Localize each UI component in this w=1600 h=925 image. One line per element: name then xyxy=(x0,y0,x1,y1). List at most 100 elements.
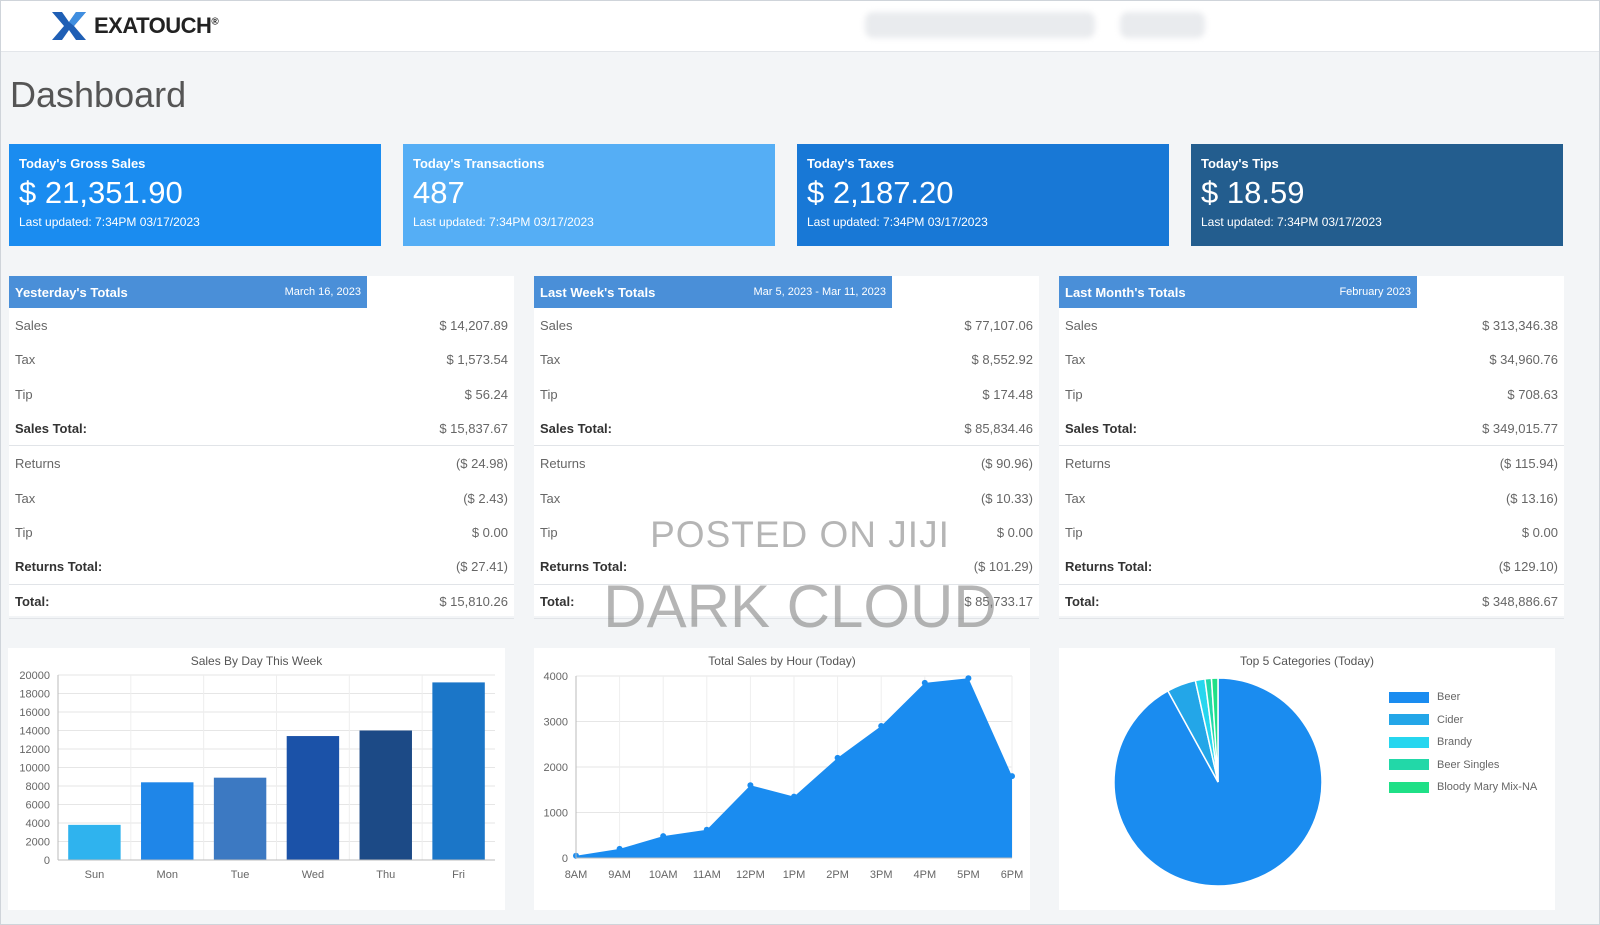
kpi-last-updated: Last updated: 7:34PM 03/17/2023 xyxy=(413,215,594,229)
x-tick-label: Sun xyxy=(85,869,105,881)
totals-row: Tip $ 0.00 xyxy=(1059,516,1564,551)
totals-row: Tax ($ 2.43) xyxy=(9,481,514,516)
totals-row: Tip $ 174.48 xyxy=(534,377,1039,412)
totals-panel-date: Mar 5, 2023 - Mar 11, 2023 xyxy=(753,286,886,298)
kpi-card: Today's Transactions 487 Last updated: 7:3… xyxy=(403,144,775,246)
x-tick-label: 12PM xyxy=(736,869,765,881)
legend-swatch xyxy=(1389,691,1429,703)
legend-item[interactable]: Brandy xyxy=(1389,731,1537,754)
totals-row: Total: $ 348,886.67 xyxy=(1059,585,1564,620)
legend-swatch xyxy=(1389,781,1429,793)
totals-row: Returns ($ 115.94) xyxy=(1059,446,1564,481)
legend-item[interactable]: Cider xyxy=(1389,709,1537,732)
totals-row-amount: $ 34,960.76 xyxy=(1489,352,1558,368)
totals-row-amount: $ 313,346.38 xyxy=(1482,317,1558,333)
totals-row-label: Sales xyxy=(1065,317,1098,333)
totals-row-label: Tip xyxy=(540,386,558,402)
kpi-last-updated: Last updated: 7:34PM 03/17/2023 xyxy=(807,215,988,229)
totals-row-label: Sales Total: xyxy=(1065,421,1138,437)
y-tick-label: 14000 xyxy=(19,726,50,738)
totals-row: Returns ($ 24.98) xyxy=(9,446,514,481)
kpi-value: $ 18.59 xyxy=(1201,175,1305,210)
x-tick-label: 5PM xyxy=(957,869,980,881)
totals-row-amount: $ 77,107.06 xyxy=(964,317,1033,333)
y-tick-label: 3000 xyxy=(544,717,568,729)
kpi-title: Today's Gross Sales xyxy=(19,156,146,171)
totals-row-amount: $ 174.48 xyxy=(982,386,1033,402)
totals-row: Sales $ 77,107.06 xyxy=(534,308,1039,343)
x-tick-label: 10AM xyxy=(649,869,678,881)
kpi-card: Today's Tips $ 18.59 Last updated: 7:34PM … xyxy=(1191,144,1563,246)
totals-row-label: Tax xyxy=(540,490,561,506)
kpi-value: $ 21,351.90 xyxy=(19,175,183,210)
totals-row-amount: $ 15,837.67 xyxy=(439,421,508,437)
totals-row: Tax ($ 10.33) xyxy=(534,481,1039,516)
totals-panel: Yesterday's Totals March 16, 2023 Sales $ 1… xyxy=(9,276,514,620)
totals-panel: Last Week's Totals Mar 5, 2023 - Mar 11, … xyxy=(534,276,1039,620)
brand-name: EXATOUCH® xyxy=(94,13,219,38)
y-tick-label: 0 xyxy=(44,855,50,867)
totals-row-amount: $ 15,810.26 xyxy=(439,594,508,610)
page-title: Dashboard xyxy=(10,74,187,115)
totals-panel-date: February 2023 xyxy=(1339,286,1411,298)
totals-row-amount: $ 8,552.92 xyxy=(971,352,1033,368)
data-point xyxy=(747,782,754,789)
totals-row-amount: ($ 115.94) xyxy=(1499,456,1558,472)
exatouch-x-icon xyxy=(52,12,86,40)
x-tick-label: Mon xyxy=(157,869,178,881)
blurred-account-info xyxy=(865,12,1095,38)
kpi-last-updated: Last updated: 7:34PM 03/17/2023 xyxy=(19,215,200,229)
totals-row-label: Tip xyxy=(15,386,33,402)
legend-item[interactable]: Bloody Mary Mix-NA xyxy=(1389,776,1537,799)
totals-row: Sales Total: $ 349,015.77 xyxy=(1059,412,1564,447)
y-tick-label: 6000 xyxy=(26,800,50,812)
x-tick-label: 1PM xyxy=(783,869,806,881)
legend-item[interactable]: Beer Singles xyxy=(1389,754,1537,777)
sales-by-hour-chart: Total Sales by Hour (Today) 0 1000 2000 300… xyxy=(534,648,1030,910)
kpi-title: Today's Transactions xyxy=(413,156,545,171)
totals-row: Tax $ 34,960.76 xyxy=(1059,343,1564,378)
totals-row: Returns Total: ($ 101.29) xyxy=(534,550,1039,585)
bar xyxy=(68,824,121,860)
totals-row: Tax ($ 13.16) xyxy=(1059,481,1564,516)
totals-row-amount: ($ 27.41) xyxy=(455,559,508,575)
top-categories-chart: Top 5 Categories (Today) Beer Cider Brandy… xyxy=(1059,648,1555,910)
x-tick-label: 8AM xyxy=(565,869,588,881)
data-point xyxy=(703,826,710,833)
totals-row-label: Tax xyxy=(15,490,36,506)
totals-row-label: Sales xyxy=(540,317,573,333)
totals-row-label: Total: xyxy=(540,594,575,610)
legend-label: Cider xyxy=(1437,713,1464,726)
totals-row-amount: ($ 129.10) xyxy=(1498,559,1558,575)
bar xyxy=(432,682,485,860)
brand-logo[interactable]: EXATOUCH® xyxy=(50,10,219,42)
totals-row-label: Returns Total: xyxy=(15,559,103,575)
totals-row-label: Tax xyxy=(15,352,36,368)
data-point xyxy=(791,793,797,800)
totals-panel-header: Last Month's Totals February 2023 xyxy=(1059,276,1417,308)
totals-row-amount: $ 348,886.67 xyxy=(1482,594,1558,610)
totals-row-amount: $ 14,207.89 xyxy=(439,317,508,333)
totals-panel-date: March 16, 2023 xyxy=(284,286,361,298)
totals-rows: Sales $ 14,207.89 Tax $ 1,573.54 Tip $ 56.24 S… xyxy=(9,308,514,620)
blurred-account-menu[interactable] xyxy=(1120,12,1205,38)
totals-panel-title: Yesterday's Totals xyxy=(15,284,128,300)
legend-swatch xyxy=(1389,736,1429,748)
totals-row-label: Tax xyxy=(1065,490,1086,506)
totals-row: Tip $ 0.00 xyxy=(9,516,514,551)
y-tick-label: 2000 xyxy=(26,837,50,849)
totals-panel-header: Last Week's Totals Mar 5, 2023 - Mar 11, … xyxy=(534,276,892,308)
totals-row-label: Tip xyxy=(15,525,33,541)
totals-row-label: Returns xyxy=(540,456,586,472)
x-tick-label: Thu xyxy=(376,869,395,881)
sales-by-day-chart: Sales By Day This Week 0 2000 4000 6000 8000… xyxy=(8,648,505,910)
x-tick-label: Fri xyxy=(452,869,465,881)
kpi-title: Today's Tips xyxy=(1201,156,1279,171)
x-tick-label: Wed xyxy=(302,869,324,881)
totals-row-amount: $ 708.63 xyxy=(1507,386,1558,402)
legend-item[interactable]: Beer xyxy=(1389,686,1537,709)
legend-swatch xyxy=(1389,759,1429,771)
totals-row-amount: ($ 13.16) xyxy=(1505,490,1558,506)
totals-row: Sales Total: $ 15,837.67 xyxy=(9,412,514,447)
data-point xyxy=(616,845,623,852)
